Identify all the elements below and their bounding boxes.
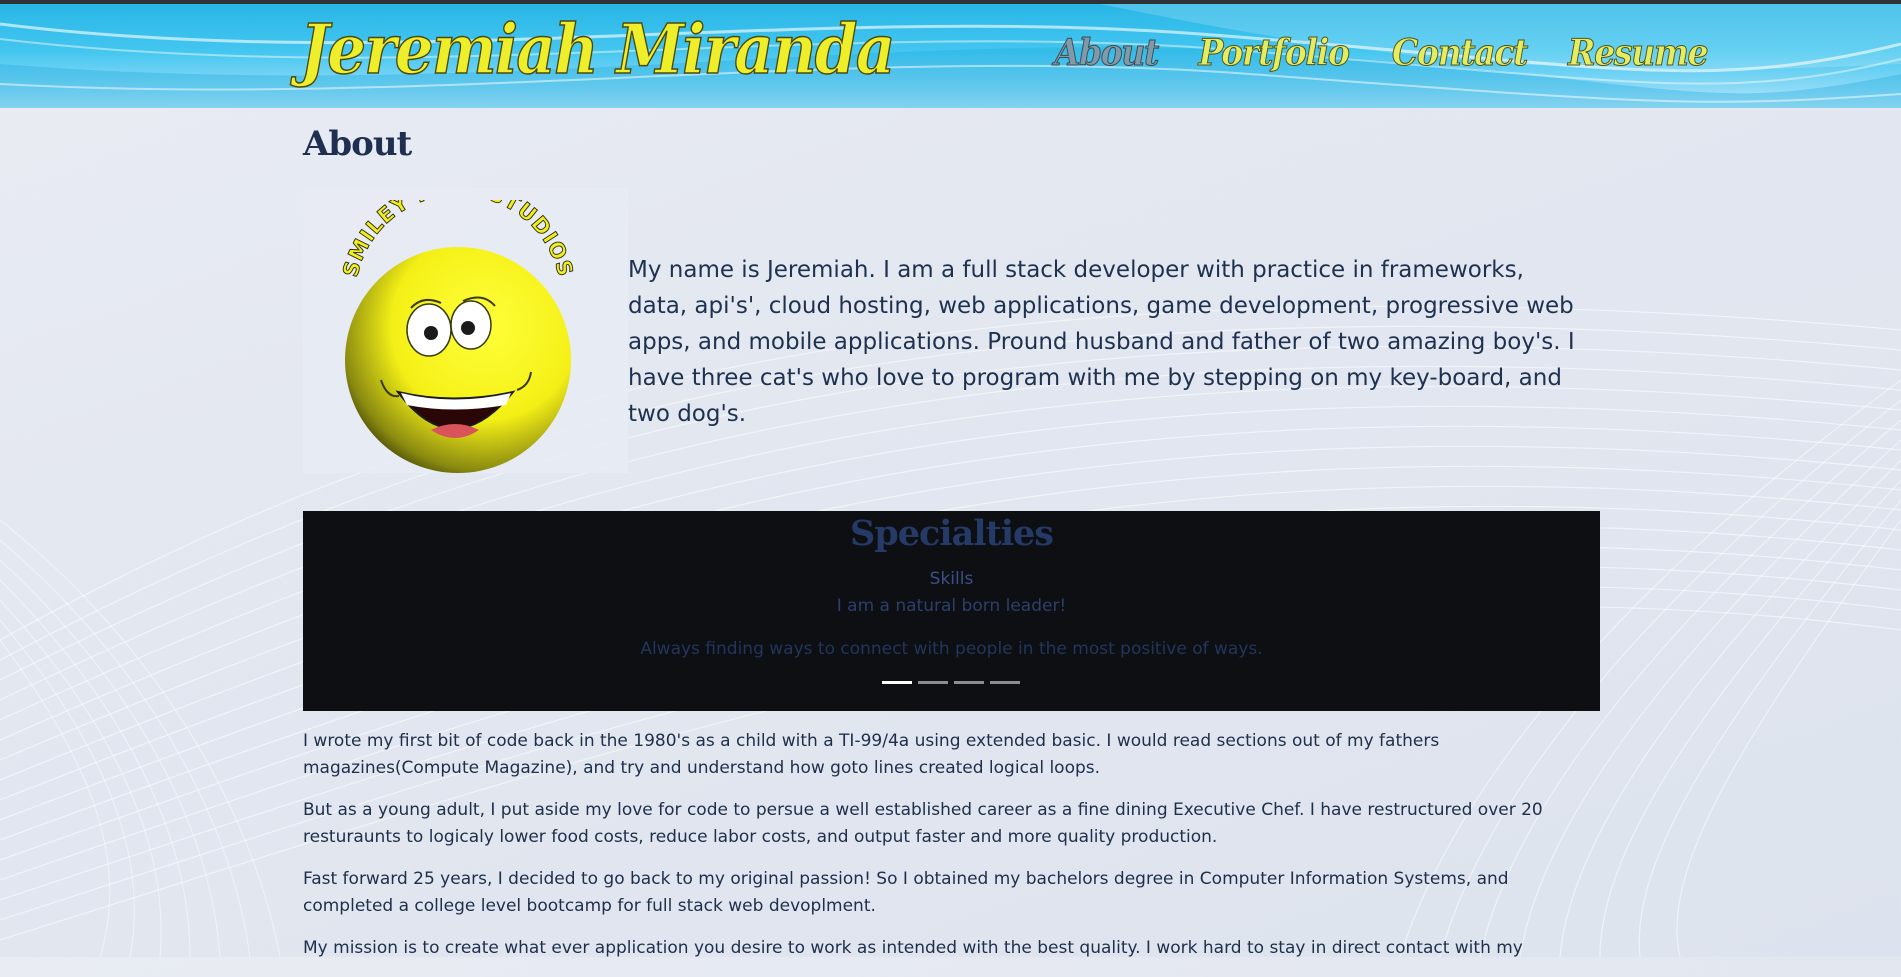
- carousel-title: Specialties: [849, 513, 1054, 554]
- site-title[interactable]: Jeremiah Miranda: [299, 9, 896, 91]
- specialties-carousel[interactable]: Specialties Skills I am a natural born l…: [303, 511, 1600, 711]
- body-paragraph: Fast forward 25 years, I decided to go b…: [303, 869, 1509, 916]
- intro-paragraph: My name is Jeremiah. I am a full stack d…: [628, 257, 1575, 427]
- nav-portfolio[interactable]: Portfolio: [1198, 32, 1350, 75]
- carousel-indicator-2[interactable]: [918, 681, 948, 684]
- carousel-caption-line-1: I am a natural born leader!: [836, 596, 1067, 616]
- carousel-indicator-4[interactable]: [990, 681, 1020, 684]
- about-body-text: I wrote my first bit of code back in the…: [303, 728, 1603, 977]
- main-nav: About Portfolio Contact Resume: [1050, 32, 1744, 75]
- carousel-subtitle: Skills: [929, 569, 974, 589]
- site-header: Jeremiah Miranda About Portfolio Contact…: [0, 4, 1901, 108]
- profile-image-box: SMILEY FACE STUDIOS: [303, 188, 628, 473]
- body-paragraph: My mission is to create what ever applic…: [303, 938, 1523, 958]
- nav-contact[interactable]: Contact: [1391, 32, 1528, 75]
- carousel-indicators: [882, 681, 1026, 684]
- body-paragraph: I wrote my first bit of code back in the…: [303, 731, 1440, 778]
- smiley-face-studios-logo: SMILEY FACE STUDIOS: [338, 200, 577, 473]
- body-paragraph: But as a young adult, I put aside my lov…: [303, 800, 1543, 847]
- nav-resume[interactable]: Resume: [1568, 32, 1709, 75]
- nav-about[interactable]: About: [1054, 32, 1160, 75]
- top-dark-strip: [0, 0, 1901, 4]
- carousel-indicator-1[interactable]: [882, 681, 912, 684]
- carousel-indicator-3[interactable]: [954, 681, 984, 684]
- page-title: About: [303, 124, 412, 164]
- carousel-caption-line-2: Always finding ways to connect with peop…: [640, 639, 1263, 659]
